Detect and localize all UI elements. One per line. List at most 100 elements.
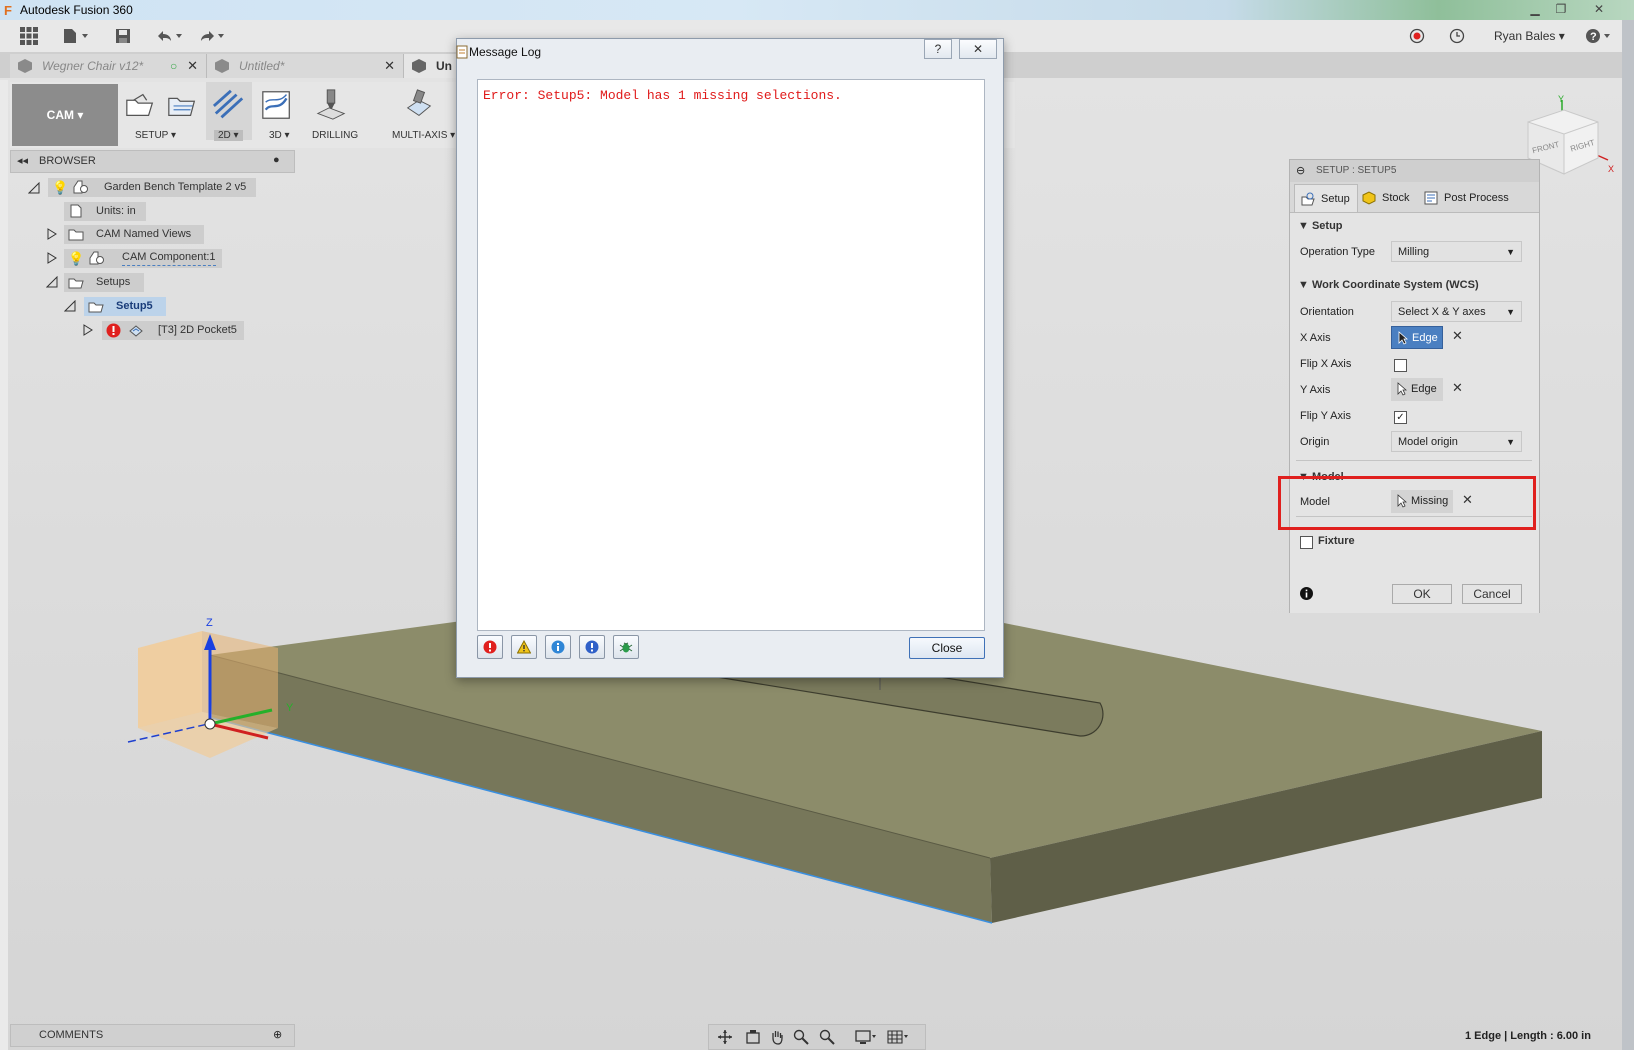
expand-arrow-icon[interactable]	[46, 228, 58, 240]
ok-button[interactable]: OK	[1392, 584, 1452, 604]
tree-cam-component[interactable]: 💡 CAM Component:1	[64, 249, 222, 268]
message-log-text-area[interactable]: Error: Setup5: Model has 1 missing selec…	[477, 79, 985, 631]
tab-close-icon[interactable]: ✕	[187, 54, 198, 78]
visibility-bulb-icon[interactable]: 💡	[52, 178, 68, 197]
filter-warnings-button[interactable]	[511, 635, 537, 659]
filter-errors-button[interactable]	[477, 635, 503, 659]
orientation-select[interactable]: Select X & Y axes ▼	[1391, 301, 1522, 322]
display-settings-icon[interactable]	[855, 1029, 877, 1045]
new-setup-icon[interactable]	[124, 88, 158, 122]
ribbon-group-drilling[interactable]: DRILLING	[312, 130, 358, 141]
data-panel-grid-icon[interactable]	[18, 26, 40, 46]
tab-setup[interactable]: Setup	[1294, 184, 1358, 213]
collapse-browser-icon[interactable]: ◂◂	[17, 154, 28, 167]
ribbon-group-3d[interactable]: 3D ▾	[269, 130, 290, 141]
3d-toolpath-icon[interactable]	[260, 88, 294, 122]
job-status-clock-icon[interactable]	[1446, 26, 1468, 46]
fixture-checkbox[interactable]	[1300, 536, 1313, 549]
visibility-bulb-icon[interactable]: 💡	[68, 249, 84, 268]
tab-wegner-chair[interactable]: Wegner Chair v12* ○ ✕	[10, 54, 207, 78]
browser-title: BROWSER	[39, 155, 96, 167]
tree-units[interactable]: Units: in	[64, 202, 146, 221]
tab-stock[interactable]: Stock	[1362, 184, 1422, 212]
section-wcs-toggle[interactable]: ▼ Work Coordinate System (WCS)	[1298, 279, 1479, 291]
drilling-icon[interactable]	[314, 88, 348, 122]
ribbon-group-multi-axis[interactable]: MULTI-AXIS ▾	[392, 130, 455, 141]
expand-arrow-icon[interactable]	[82, 324, 94, 336]
2d-toolpath-icon[interactable]	[212, 88, 246, 122]
save-icon[interactable]	[112, 26, 134, 46]
collapse-arrow-icon[interactable]	[64, 300, 76, 312]
tree-item-label: Garden Bench Template 2 v5	[104, 181, 247, 193]
zoom-icon[interactable]	[793, 1029, 809, 1045]
redo-icon[interactable]	[194, 26, 228, 46]
user-account-menu[interactable]: Ryan Bales ▾	[1494, 29, 1565, 43]
info-icon[interactable]	[1300, 587, 1313, 600]
workspace-switcher[interactable]: CAM ▾	[12, 84, 118, 146]
flip-y-axis-label: Flip Y Axis	[1300, 410, 1351, 422]
tab-close-icon[interactable]: ✕	[384, 54, 395, 78]
filter-debug-button[interactable]	[579, 635, 605, 659]
setup-folder-icon[interactable]	[166, 88, 200, 122]
dialog-help-button[interactable]: ?	[924, 39, 952, 59]
select-cursor-icon	[1397, 382, 1407, 396]
pan-hand-icon[interactable]	[769, 1029, 785, 1045]
origin-value: Model origin	[1398, 436, 1458, 448]
add-comment-icon[interactable]: ⊕	[273, 1028, 282, 1041]
tab-untitled[interactable]: Untitled* ✕	[207, 54, 404, 78]
browser-header[interactable]: ◂◂ BROWSER ●	[10, 150, 295, 173]
clear-x-axis-icon[interactable]: ✕	[1452, 328, 1463, 344]
orbit-icon[interactable]	[717, 1029, 733, 1045]
tab-label: Untitled*	[239, 59, 285, 73]
collapse-arrow-icon[interactable]	[46, 276, 58, 288]
tab-post-process[interactable]: Post Process	[1424, 184, 1534, 212]
tree-setups[interactable]: Setups	[64, 273, 144, 292]
tree-2d-pocket5[interactable]: [T3] 2D Pocket5	[102, 321, 244, 340]
window-close-icon[interactable]: ✕	[1588, 1, 1610, 17]
viewcube-x-label: X	[1608, 164, 1614, 174]
tree-item-label: Units: in	[96, 205, 136, 217]
operation-type-select[interactable]: Milling ▼	[1391, 241, 1522, 262]
viewcube-y-label: Y	[1558, 94, 1564, 104]
tree-root-document[interactable]: 💡 Garden Bench Template 2 v5	[48, 178, 256, 197]
record-icon[interactable]	[1406, 26, 1428, 46]
flip-y-axis-checkbox[interactable]: ✓	[1394, 411, 1407, 424]
close-button[interactable]: Close	[909, 637, 985, 659]
orientation-value: Select X & Y axes	[1398, 306, 1486, 318]
tree-cam-named-views[interactable]: CAM Named Views	[64, 225, 204, 244]
clear-y-axis-icon[interactable]: ✕	[1452, 380, 1463, 396]
pocket-operation-icon	[129, 325, 143, 337]
svg-text:?: ?	[1590, 31, 1597, 43]
flip-x-axis-checkbox[interactable]	[1394, 359, 1407, 372]
expand-arrow-icon[interactable]	[46, 252, 58, 264]
ribbon-group-2d[interactable]: 2D ▾	[214, 130, 243, 141]
x-axis-selection-button[interactable]: Edge	[1391, 326, 1443, 349]
origin-select[interactable]: Model origin ▼	[1391, 431, 1522, 452]
y-axis-selection-button[interactable]: Edge	[1391, 378, 1443, 401]
zoom-window-icon[interactable]	[819, 1029, 835, 1045]
section-setup-toggle[interactable]: ▼ Setup	[1298, 220, 1343, 232]
filter-info-button[interactable]	[545, 635, 571, 659]
restore-icon[interactable]: ❐	[1550, 1, 1572, 17]
tree-setup5[interactable]: Setup5	[84, 297, 166, 316]
component-icon	[215, 59, 229, 73]
file-menu-icon[interactable]	[60, 26, 94, 46]
minimize-icon[interactable]: ▁	[1524, 1, 1546, 17]
undo-icon[interactable]	[152, 26, 186, 46]
triad-y-label: Y	[286, 702, 294, 714]
cancel-button[interactable]: Cancel	[1462, 584, 1522, 604]
comments-bar[interactable]: COMMENTS ⊕	[10, 1024, 295, 1047]
collapse-arrow-icon[interactable]	[28, 182, 40, 194]
panel-collapse-icon[interactable]: ⊖	[1296, 164, 1305, 177]
ribbon-group-setup[interactable]: SETUP ▾	[135, 130, 176, 141]
grid-settings-icon[interactable]	[887, 1029, 909, 1045]
multi-axis-icon[interactable]	[402, 88, 436, 122]
flip-x-axis-label: Flip X Axis	[1300, 358, 1352, 370]
help-menu-icon[interactable]: ?	[1584, 26, 1614, 46]
x-axis-label: X Axis	[1300, 332, 1331, 344]
dialog-close-x-button[interactable]: ✕	[959, 39, 997, 59]
browser-toggle-icon[interactable]: ●	[273, 154, 280, 166]
filter-bug-button[interactable]	[613, 635, 639, 659]
look-at-icon[interactable]	[745, 1029, 761, 1045]
error-icon	[106, 323, 121, 338]
